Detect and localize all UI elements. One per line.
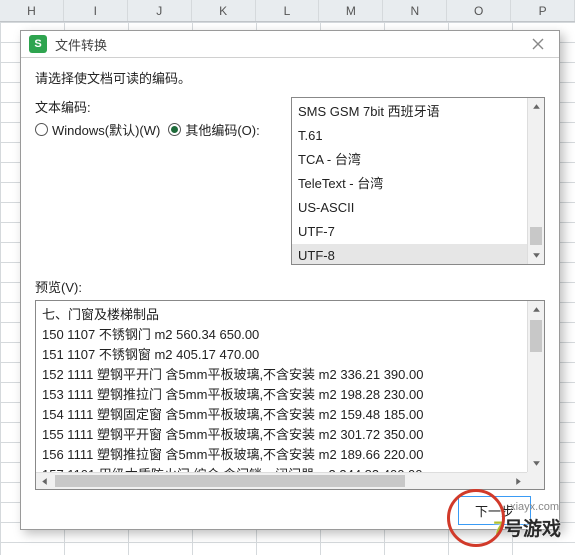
radio-other-label: 其他编码(O): [185, 120, 259, 139]
preview-box: 七、门窗及楼梯制品150 1107 不锈钢门 m2 560.34 650.001… [35, 300, 545, 490]
radio-windows-default[interactable]: Windows(默认)(W) [35, 120, 160, 139]
scroll-down-icon[interactable] [528, 455, 544, 472]
encoding-option[interactable]: UTF-7 [292, 220, 544, 244]
preview-line: 151 1107 不锈钢窗 m2 405.17 470.00 [42, 345, 538, 365]
preview-line: 150 1107 不锈钢门 m2 560.34 650.00 [42, 325, 538, 345]
column-header[interactable]: N [383, 0, 447, 21]
dialog-prompt: 请选择使文档可读的编码。 [35, 68, 545, 87]
column-header[interactable]: I [64, 0, 128, 21]
encoding-option[interactable]: UTF-8 [292, 244, 544, 265]
column-header[interactable]: H [0, 0, 64, 21]
scroll-thumb[interactable] [55, 475, 405, 487]
scroll-up-icon[interactable] [528, 98, 544, 115]
column-header[interactable]: L [256, 0, 320, 21]
next-button[interactable]: 下一步 [458, 496, 531, 525]
scroll-right-icon[interactable] [510, 473, 527, 490]
radio-windows-label: Windows(默认)(W) [52, 120, 160, 139]
preview-label: 预览(V): [35, 277, 545, 296]
close-icon[interactable] [525, 31, 551, 57]
preview-line: 155 1111 塑钢平开窗 含5mm平板玻璃,不含安装 m2 301.72 3… [42, 425, 538, 445]
preview-line: 152 1111 塑钢平开门 含5mm平板玻璃,不含安装 m2 336.21 3… [42, 365, 538, 385]
file-conversion-dialog: S 文件转换 请选择使文档可读的编码。 文本编码: Windows(默认)(W)… [20, 30, 560, 530]
preview-line: 153 1111 塑钢推拉门 含5mm平板玻璃,不含安装 m2 198.28 2… [42, 385, 538, 405]
preview-line: 七、门窗及楼梯制品 [42, 305, 538, 325]
column-header[interactable]: P [511, 0, 575, 21]
encoding-option[interactable]: SMS GSM 7bit 西班牙语 [292, 100, 544, 124]
encoding-scrollbar[interactable] [527, 98, 544, 264]
dialog-title: 文件转换 [55, 35, 525, 54]
encoding-listbox[interactable]: SMS GSM 7bit 西班牙语T.61TCA - 台湾TeleText - … [291, 97, 545, 265]
encoding-option[interactable]: T.61 [292, 124, 544, 148]
app-icon: S [29, 35, 47, 53]
scroll-thumb[interactable] [530, 227, 542, 245]
encoding-option[interactable]: US-ASCII [292, 196, 544, 220]
scroll-down-icon[interactable] [528, 247, 544, 264]
scroll-left-icon[interactable] [36, 473, 53, 490]
preview-line: 156 1111 塑钢推拉窗 含5mm平板玻璃,不含安装 m2 189.66 2… [42, 445, 538, 465]
column-header[interactable]: J [128, 0, 192, 21]
scroll-up-icon[interactable] [528, 301, 544, 318]
radio-other-encoding[interactable]: 其他编码(O): [168, 120, 259, 139]
column-header[interactable]: O [447, 0, 511, 21]
scroll-thumb[interactable] [530, 320, 542, 352]
preview-hscrollbar[interactable] [36, 472, 527, 489]
encoding-label: 文本编码: [35, 97, 285, 116]
encoding-option[interactable]: TCA - 台湾 [292, 148, 544, 172]
encoding-option[interactable]: TeleText - 台湾 [292, 172, 544, 196]
preview-line: 154 1111 塑钢固定窗 含5mm平板玻璃,不含安装 m2 159.48 1… [42, 405, 538, 425]
dialog-titlebar: S 文件转换 [21, 31, 559, 58]
column-header[interactable]: K [192, 0, 256, 21]
column-header[interactable]: M [319, 0, 383, 21]
column-header-row: HIJKLMNOP [0, 0, 575, 22]
preview-vscrollbar[interactable] [527, 301, 544, 472]
scroll-corner [527, 472, 544, 489]
